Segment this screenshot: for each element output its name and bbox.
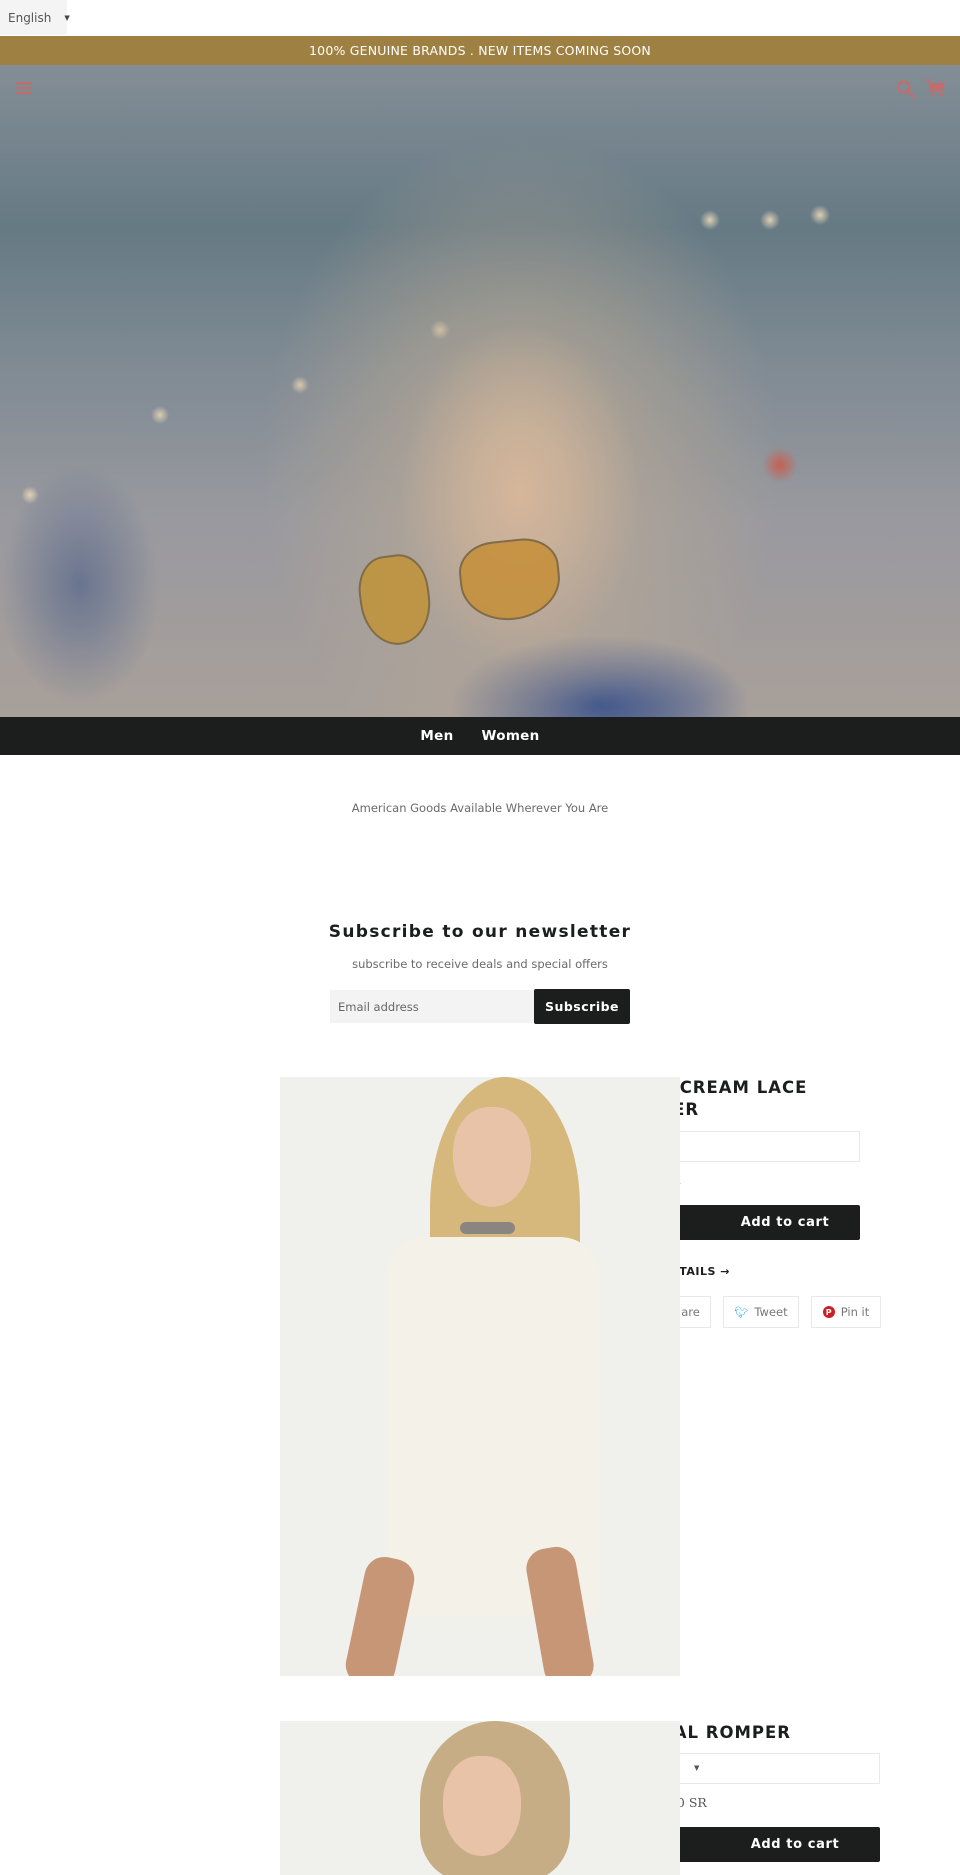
- chevron-down-icon: ▼: [64, 13, 70, 22]
- subscribe-button[interactable]: Subscribe: [534, 989, 630, 1024]
- product-photo-detail: [453, 1107, 531, 1207]
- product-photo-detail: [460, 1222, 515, 1234]
- nav-item-men[interactable]: Men: [420, 728, 453, 744]
- hero-image: [0, 65, 960, 717]
- nav-item-women[interactable]: Women: [482, 728, 540, 744]
- product-title[interactable]: RAL ROMPER: [660, 1722, 880, 1744]
- chevron-down-icon: ▼: [694, 1764, 700, 1772]
- cart-icon[interactable]: [925, 78, 947, 98]
- language-value: English: [8, 10, 52, 25]
- product-image[interactable]: [280, 1721, 680, 1875]
- share-pinterest-button[interactable]: P Pin it: [811, 1296, 881, 1328]
- product-photo-detail: [443, 1756, 521, 1856]
- pinterest-icon: P: [822, 1306, 835, 1318]
- language-selector[interactable]: English ▼: [0, 0, 70, 35]
- product-title-continued[interactable]: PER: [660, 1099, 880, 1121]
- search-icon[interactable]: [896, 79, 916, 99]
- hamburger-menu-icon[interactable]: [16, 82, 32, 94]
- variant-select[interactable]: [660, 1131, 860, 1162]
- share-pinterest-label: Pin it: [840, 1305, 870, 1319]
- newsletter-subtitle: subscribe to receive deals and special o…: [352, 957, 608, 971]
- email-field[interactable]: [330, 990, 534, 1023]
- newsletter-title: Subscribe to our newsletter: [328, 922, 632, 942]
- announcement-bar: 100% GENUINE BRANDS . NEW ITEMS COMING S…: [0, 36, 960, 65]
- store-tagline: American Goods Available Wherever You Ar…: [351, 801, 609, 815]
- product-title[interactable]: Y CREAM LACE: [660, 1077, 880, 1099]
- hero-overlay: [0, 65, 960, 717]
- share-twitter-button[interactable]: 🐦︎ Tweet: [723, 1296, 799, 1328]
- announcement-text: 100% GENUINE BRANDS . NEW ITEMS COMING S…: [309, 43, 651, 58]
- product-photo-detail: [342, 1553, 418, 1676]
- twitter-icon: 🐦︎: [734, 1305, 749, 1319]
- share-twitter-label: Tweet: [754, 1305, 788, 1319]
- category-nav: Men Women: [0, 717, 960, 755]
- variant-select[interactable]: ▼: [660, 1753, 880, 1784]
- product-image[interactable]: [280, 1077, 680, 1676]
